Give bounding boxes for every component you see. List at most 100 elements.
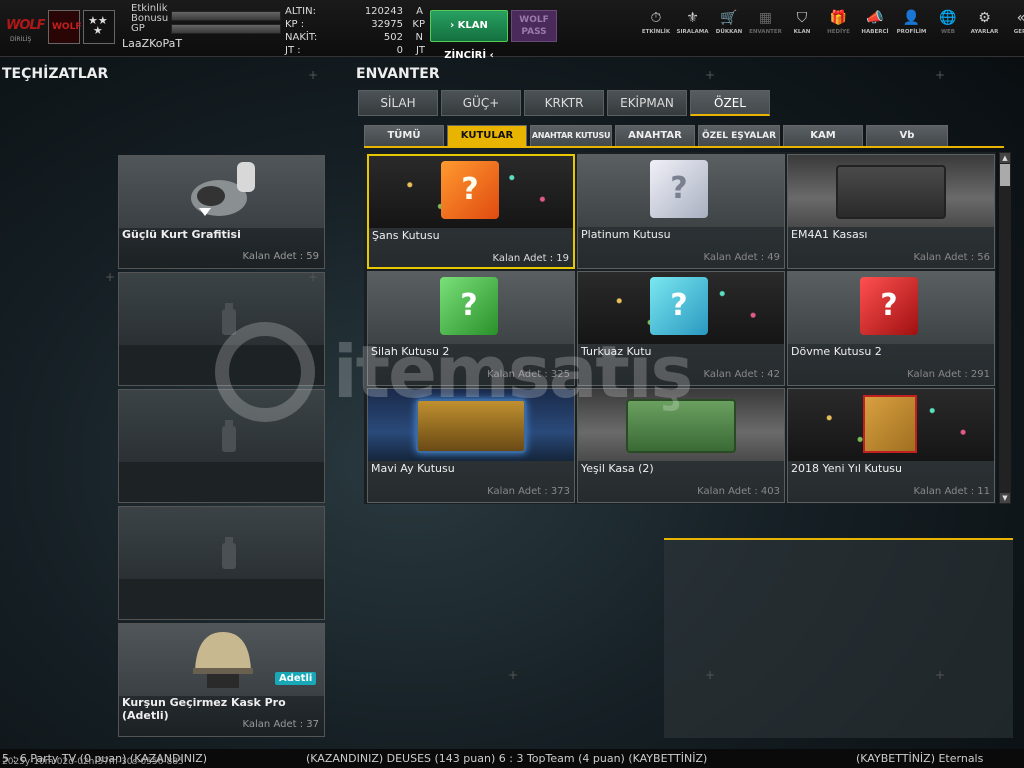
cart-icon: 🛒 (720, 10, 738, 26)
nav-megaphone[interactable]: 📣 HABERCİ (857, 10, 893, 35)
currency-unit: KP (412, 19, 425, 30)
globe-icon: 🌐 (939, 10, 957, 26)
clan-emblem: WOLF (48, 10, 81, 44)
item-count: Kalan Adet : 291 (907, 369, 990, 380)
item-name: Platinum Kutusu (581, 228, 671, 241)
plus-marker-icon: + (935, 68, 946, 82)
nav-gear[interactable]: ⚙ AYARLAR (967, 10, 1003, 35)
tab-power[interactable]: GÜÇ+ (441, 90, 521, 116)
item-count: Kalan Adet : 373 (487, 486, 570, 497)
empty-slot-footer (119, 579, 324, 619)
item-count: Kalan Adet : 49 (703, 252, 780, 263)
nav-globe[interactable]: 🌐 WEB (930, 10, 966, 35)
clan-chain-button[interactable]: › KLAN ZİNCİRİ ‹ (430, 10, 508, 61)
item-count: Kalan Adet : 19 (492, 253, 569, 264)
currency-unit: JT (415, 45, 425, 56)
rank-stars: ★★ ★ (88, 14, 108, 37)
event-bonus-label: Etkinlik Bonusu (131, 3, 169, 24)
item-name: Yeşil Kasa (2) (581, 462, 654, 475)
watermark-logo-icon (215, 322, 315, 422)
nav-stopwatch[interactable]: ⏱ ETKİNLİK (638, 10, 674, 35)
subtab-key-box[interactable]: ANAHTAR KUTUSU (530, 125, 612, 147)
item-image (788, 155, 994, 227)
item-tattoo-box-2[interactable]: ? Dövme Kutusu 2 Kalan Adet : 291 (787, 271, 995, 386)
subtab-boxes[interactable]: KUTULAR (447, 125, 527, 147)
rank-icon: ★★ ★ (83, 10, 115, 44)
crate-icon (836, 165, 946, 219)
nav-cart[interactable]: 🛒 DÜKKAN (711, 10, 747, 35)
equip-slot-graffiti[interactable]: Güçlü Kurt Grafitisi Kalan Adet : 59 (118, 155, 325, 269)
wolf-pass-button[interactable]: WOLF PASS (511, 10, 557, 42)
plus-marker-icon: + (705, 668, 716, 682)
inventory-scrollbar[interactable]: ▲ ▼ (999, 152, 1011, 504)
empty-slot-image (119, 507, 324, 579)
watermark: itemsatış (215, 322, 785, 422)
back-icon: « (1003, 10, 1024, 26)
game-logo-text: WOLF (6, 18, 46, 33)
medal-icon: ⚜ (686, 10, 699, 26)
nav-shield[interactable]: ⛉ KLAN (784, 10, 820, 35)
scroll-up-arrow-icon[interactable]: ▲ (1000, 153, 1010, 163)
gp-label: GP (131, 23, 145, 34)
nav-profile[interactable]: 👤 PROFİLİM (894, 10, 930, 35)
subtab-other[interactable]: Vb (866, 125, 948, 147)
subtab-camo[interactable]: KAM (783, 125, 863, 147)
equip-slot-empty[interactable] (118, 506, 325, 620)
equip-slot-count: Kalan Adet : 59 (242, 251, 319, 262)
tab-special[interactable]: ÖZEL (690, 90, 770, 116)
spray-can-icon (222, 537, 236, 569)
empty-slot-footer (119, 462, 324, 502)
equipment-title: TEÇHİZATLAR (2, 66, 109, 82)
plus-marker-icon: + (705, 68, 716, 82)
inventory-icon: ▦ (758, 10, 773, 26)
megaphone-icon: 📣 (866, 10, 884, 26)
mystery-box-icon: ? (441, 161, 499, 219)
equip-slot-helmet[interactable]: Adetli Kurşun Geçirmez Kask Pro (Adetli)… (118, 623, 325, 737)
item-image (788, 389, 994, 461)
equip-slot-count: Kalan Adet : 37 (242, 719, 319, 730)
nav-label: ETKİNLİK (641, 29, 671, 35)
nav-label: PROFİLİM (896, 29, 927, 35)
helmet-image: Adetli (119, 624, 324, 696)
top-bar: WOLF DİRİLİŞ WOLF ★★ ★ Etkinlik Bonusu G… (0, 0, 1024, 61)
currency-value: 120243 (364, 6, 403, 17)
mystery-box-icon: ? (650, 160, 708, 218)
item-luck-box[interactable]: ? Şans Kutusu Kalan Adet : 19 (367, 154, 575, 269)
stopwatch-icon: ⏱ (650, 10, 662, 26)
nav-back[interactable]: « GERİ (1003, 10, 1024, 35)
item-name: EM4A1 Kasası (791, 228, 868, 241)
currency-unit: A (416, 6, 423, 17)
plus-marker-icon: + (508, 668, 519, 682)
nav-gift[interactable]: 🎁 HEDİYE (821, 10, 857, 35)
quantity-badge: Adetli (275, 672, 317, 685)
nav-label: KLAN (793, 29, 811, 35)
plus-marker-icon: + (308, 68, 319, 82)
currency-label: ALTIN: (285, 6, 316, 17)
tab-character[interactable]: KRKTR (524, 90, 604, 116)
currency-label: NAKİT: (285, 32, 318, 43)
nav-medal[interactable]: ⚜ SIRALAMA (675, 10, 711, 35)
currency-value: 0 (396, 45, 403, 56)
scroll-down-arrow-icon[interactable]: ▼ (1000, 493, 1010, 503)
gear-icon: ⚙ (978, 10, 991, 26)
subtab-all[interactable]: TÜMÜ (364, 125, 444, 147)
currency-label: JT : (285, 45, 301, 56)
item-platinum-box[interactable]: ? Platinum Kutusu Kalan Adet : 49 (577, 154, 785, 269)
item-em4a1-crate[interactable]: EM4A1 Kasası Kalan Adet : 56 (787, 154, 995, 269)
event-bonus-bar (171, 11, 281, 21)
equip-slot-name: Güçlü Kurt Grafitisi (122, 228, 241, 241)
tab-weapon[interactable]: SİLAH (358, 90, 438, 116)
nav-label: SIRALAMA (676, 29, 709, 35)
scrollbar-thumb[interactable] (1000, 164, 1010, 186)
profile-icon: 👤 (902, 10, 921, 26)
nav-inventory[interactable]: ▦ ENVANTER (748, 10, 784, 35)
item-new-year-box-2018[interactable]: 2018 Yeni Yıl Kutusu Kalan Adet : 11 (787, 388, 995, 503)
gift-icon: 🎁 (829, 10, 848, 26)
game-logo: WOLF DİRİLİŞ (4, 10, 46, 44)
tab-equipment[interactable]: EKİPMAN (607, 90, 687, 116)
item-image: ? (369, 156, 573, 228)
subtab-special-items[interactable]: ÖZEL EŞYALAR (698, 125, 780, 147)
subtab-key[interactable]: ANAHTAR (615, 125, 695, 147)
nav-label: ENVANTER (749, 29, 782, 35)
subtab-underline (364, 146, 1004, 148)
